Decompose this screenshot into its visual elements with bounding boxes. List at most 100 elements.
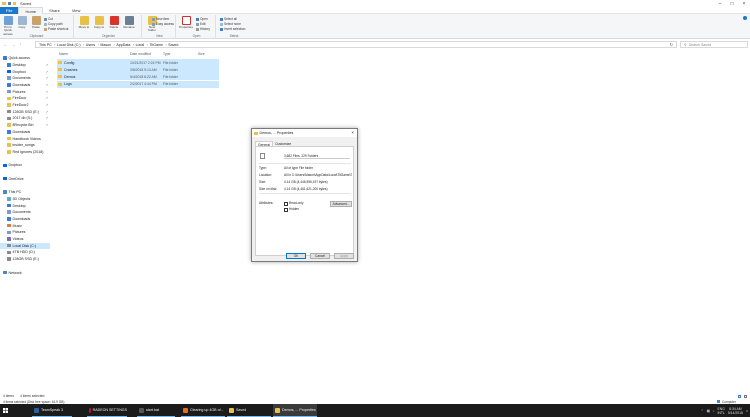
up-icon[interactable]: ↑ xyxy=(19,42,22,48)
nav-item[interactable]: FireDoor2 ↗ xyxy=(0,102,50,108)
save-icon[interactable] xyxy=(8,2,11,5)
delete-button[interactable]: Delete xyxy=(107,16,121,29)
nav-item[interactable]: Local Disk (C:) xyxy=(0,242,50,249)
breadcrumb-this-pc[interactable]: This PC xyxy=(39,43,52,47)
search-input[interactable]: ⚲ Search Saved xyxy=(680,41,748,48)
nav-item[interactable]: Downloads ↗ xyxy=(0,82,50,88)
new-item-button[interactable]: New item xyxy=(152,17,169,21)
breadcrumb-local-disk[interactable]: Local Disk (C:) xyxy=(57,43,81,47)
nav-item[interactable]: Handbook Videos xyxy=(0,135,50,141)
close-icon[interactable]: × xyxy=(351,130,354,135)
ok-button[interactable]: OK xyxy=(286,253,306,259)
minimize-icon[interactable]: – xyxy=(714,0,726,7)
nav-item[interactable]: Desktop xyxy=(0,202,50,208)
nav-item[interactable]: $Recycle.Bin ↗ xyxy=(0,122,50,128)
nav-item[interactable]: Desktop ↗ xyxy=(0,62,50,68)
start-button[interactable] xyxy=(0,404,10,417)
breadcrumb-appdata[interactable]: AppData xyxy=(116,43,130,47)
cancel-button[interactable]: Cancel xyxy=(310,253,330,259)
nav-item[interactable]: 128GB SSD (E:) xyxy=(0,256,50,262)
clock[interactable]: 8:34 AM 5/14/2018 xyxy=(728,407,743,415)
notification-icon[interactable]: □ xyxy=(746,409,748,413)
edit-button[interactable]: Edit xyxy=(196,22,206,26)
column-date-modified[interactable]: Date modified xyxy=(130,51,151,57)
taskbar-start-bat[interactable]: start.bat xyxy=(137,404,175,417)
tab-file[interactable]: File xyxy=(0,6,19,14)
taskbar-browser[interactable]: Clearing up 4GB of... xyxy=(181,404,225,417)
column-size[interactable]: Size xyxy=(198,51,205,57)
read-only-checkbox[interactable] xyxy=(284,202,288,206)
copy-to-button[interactable]: Copy to xyxy=(92,16,106,29)
nav-item[interactable]: Downloads xyxy=(0,216,50,222)
column-type[interactable]: Type xyxy=(163,51,170,57)
taskbar-saved[interactable]: Saved xyxy=(227,404,271,417)
file-row[interactable]: Config 10/21/2017 2:24 PM File folder xyxy=(57,59,219,66)
help-icon[interactable] xyxy=(743,16,747,20)
rename-button[interactable]: Rename xyxy=(122,16,136,29)
language-indicator[interactable]: ENG INTL xyxy=(717,407,724,415)
history-button[interactable]: History xyxy=(196,27,210,31)
nav-item[interactable]: Videos xyxy=(0,236,50,242)
nav-item[interactable]: Quick access xyxy=(0,55,50,61)
apply-button[interactable]: Apply xyxy=(334,253,354,259)
breadcrumb-users[interactable]: Users xyxy=(86,43,95,47)
file-row[interactable]: Crashes 3/8/2018 9:13 AM File folder xyxy=(57,66,219,74)
advanced-button[interactable]: Advanced... xyxy=(330,201,352,207)
tab-view[interactable]: View xyxy=(66,7,87,14)
address-bar[interactable]: This PC › Local Disk (C:) › Users › Mason › … xyxy=(35,41,677,48)
nav-item[interactable]: 128GB SSD (E:) ↗ xyxy=(0,109,50,115)
refresh-icon[interactable]: ↻ xyxy=(670,42,673,47)
nav-item[interactable]: Network xyxy=(0,269,50,275)
nav-item[interactable]: FireDoor ↗ xyxy=(0,95,50,101)
move-to-button[interactable]: Move to xyxy=(77,16,91,29)
network-tray-icon[interactable]: ▦ xyxy=(707,409,710,413)
breadcrumb-local[interactable]: Local xyxy=(136,43,145,47)
nav-item[interactable]: Dropbox ↗ xyxy=(0,68,50,74)
back-icon[interactable]: ← xyxy=(3,42,8,48)
tab-share[interactable]: Share xyxy=(43,7,66,14)
file-row[interactable]: Demos 5/4/2018 8:22 AM File folder xyxy=(57,73,219,81)
cut-button[interactable]: Cut xyxy=(44,17,53,21)
nav-item[interactable]: OneDrive xyxy=(0,176,50,182)
invert-selection-button[interactable]: Invert selection xyxy=(220,27,245,31)
nav-item[interactable]: Dropbox xyxy=(0,162,50,168)
breadcrumb-titgame[interactable]: TitGame xyxy=(149,43,163,47)
nav-item[interactable]: This PC xyxy=(0,189,50,195)
select-none-button[interactable]: Select none xyxy=(220,22,241,26)
close-icon[interactable]: × xyxy=(738,0,750,7)
forward-icon[interactable]: → xyxy=(11,42,16,48)
open-button[interactable]: Open xyxy=(196,17,208,21)
taskbar-properties[interactable]: Demos, ... Properties xyxy=(273,404,317,417)
nav-item[interactable]: Downloads xyxy=(0,129,50,135)
nav-item[interactable]: insider_songs xyxy=(0,142,50,148)
nav-item[interactable]: 3D Objects xyxy=(0,196,50,202)
copy-path-button[interactable]: Copy path xyxy=(44,22,63,26)
nav-item[interactable]: 2017 db (S:) ↗ xyxy=(0,115,50,121)
nav-item[interactable]: Pictures ↗ xyxy=(0,89,50,95)
volume-icon[interactable]: ♪ xyxy=(713,409,715,413)
nav-item[interactable]: 4TB HDD (D:) xyxy=(0,249,50,255)
maximize-icon[interactable]: □ xyxy=(726,0,738,7)
new-folder-icon[interactable] xyxy=(13,2,16,5)
paste-shortcut-button[interactable]: Paste shortcut xyxy=(44,27,68,31)
breadcrumb-saved[interactable]: Saved xyxy=(168,43,178,47)
nav-item[interactable]: Red Ignores (2018) xyxy=(0,149,50,155)
breadcrumb-mason[interactable]: Mason xyxy=(100,43,111,47)
nav-item[interactable]: Documents xyxy=(0,209,50,215)
details-view-icon[interactable] xyxy=(738,394,741,398)
nav-item[interactable]: Music xyxy=(0,223,50,229)
nav-item[interactable]: Documents ↗ xyxy=(0,75,50,81)
file-row[interactable]: Logs 2/2/2017 4:44 PM File folder xyxy=(57,80,219,88)
copy-button[interactable]: Copy xyxy=(15,16,29,29)
select-all-button[interactable]: Select all xyxy=(220,17,237,21)
easy-access-button[interactable]: Easy access xyxy=(152,22,174,26)
paste-button[interactable]: Paste xyxy=(29,16,43,29)
taskbar-radeon[interactable]: RADEON SETTINGS xyxy=(87,404,127,417)
tab-home[interactable]: Home xyxy=(18,6,44,14)
hidden-checkbox[interactable] xyxy=(284,208,288,212)
nav-item[interactable]: Pictures xyxy=(0,229,50,235)
properties-button[interactable]: Properties xyxy=(179,16,193,29)
tray-chevron-icon[interactable]: ⌃ xyxy=(701,409,704,413)
large-icons-view-icon[interactable] xyxy=(744,394,747,398)
taskbar-teamspeak[interactable]: TeamSpeak 3 xyxy=(32,404,72,417)
